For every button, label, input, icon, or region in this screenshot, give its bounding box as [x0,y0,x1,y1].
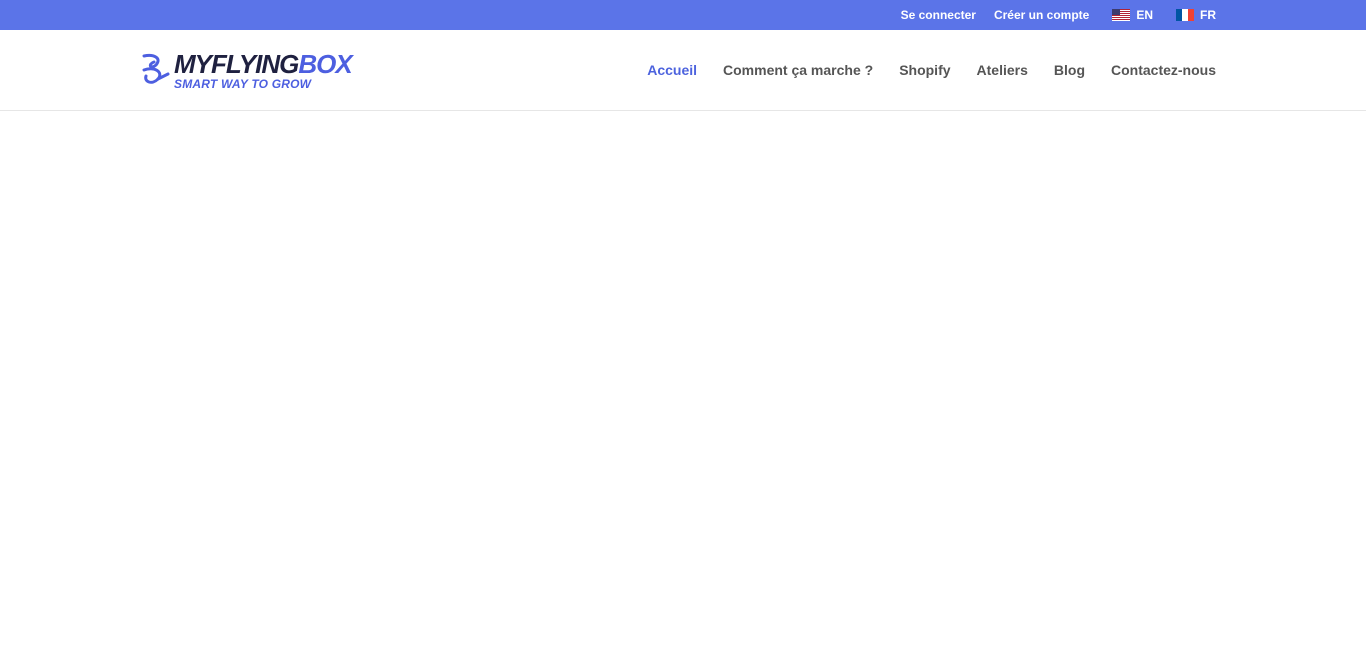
nav-item-accueil[interactable]: Accueil [647,62,697,78]
nav-item-ateliers[interactable]: Ateliers [977,62,1028,78]
nav-item-shopify[interactable]: Shopify [899,62,950,78]
language-fr-link[interactable]: FR [1176,8,1216,22]
signup-link[interactable]: Créer un compte [994,8,1089,22]
language-en-link[interactable]: EN [1112,8,1153,22]
logo-wordmark-prefix: MYFLYING [174,48,299,79]
fr-flag-icon [1176,9,1194,21]
logo-wordmark: MYFLYINGBOX [174,48,353,79]
main-content [0,111,1366,651]
logo-wordmark-accent: BOX [298,48,352,79]
site-header: MYFLYINGBOX SMART WAY TO GROW Accueil Co… [0,30,1366,111]
nav-item-comment-ca-marche[interactable]: Comment ça marche ? [723,62,873,78]
language-en-label: EN [1136,8,1153,22]
main-nav: Accueil Comment ça marche ? Shopify Atel… [647,62,1216,78]
nav-item-blog[interactable]: Blog [1054,62,1085,78]
login-link[interactable]: Se connecter [901,8,976,22]
logo-tagline: SMART WAY TO GROW [174,76,312,91]
logo-mark-icon [142,54,170,84]
us-flag-icon [1112,9,1131,21]
nav-item-contactez-nous[interactable]: Contactez-nous [1111,62,1216,78]
top-bar: Se connecter Créer un compte EN FR [0,0,1366,30]
site-logo[interactable]: MYFLYINGBOX SMART WAY TO GROW [140,48,353,91]
logo-text: MYFLYINGBOX SMART WAY TO GROW [174,48,353,91]
language-fr-label: FR [1200,8,1216,22]
page: Se connecter Créer un compte EN FR MYFLY… [0,0,1366,651]
